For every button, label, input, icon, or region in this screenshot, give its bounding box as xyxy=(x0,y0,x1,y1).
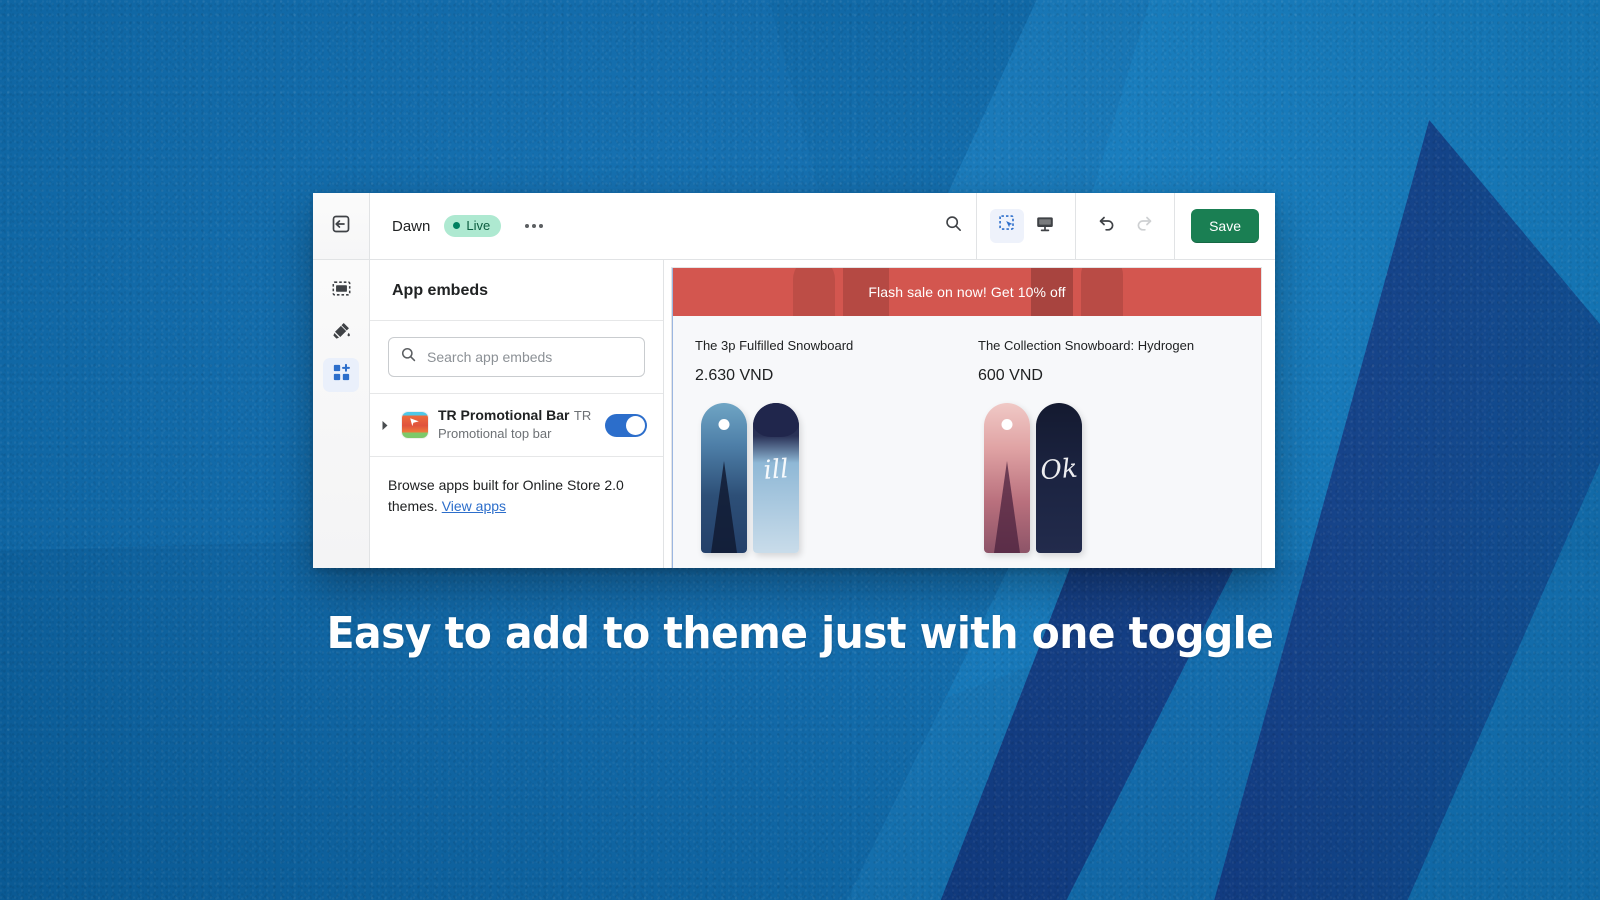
status-badge-label: Live xyxy=(466,218,491,233)
more-options-button[interactable] xyxy=(519,216,549,236)
app-embed-toggle[interactable] xyxy=(605,413,647,437)
redo-icon xyxy=(1134,213,1155,239)
ellipsis-dot xyxy=(525,224,530,228)
undo-icon xyxy=(1096,213,1117,239)
snowboard-moon xyxy=(1001,419,1013,430)
preview-frame: Flash sale on now! Get 10% off The 3p Fu… xyxy=(672,268,1261,568)
search-input[interactable] xyxy=(427,349,633,365)
exit-theme-icon xyxy=(330,213,352,240)
sidebar-item-sections[interactable] xyxy=(323,274,359,308)
storefront-preview[interactable]: Flash sale on now! Get 10% off The 3p Fu… xyxy=(664,260,1275,568)
select-inspector-icon xyxy=(998,214,1017,238)
app-embeds-icon xyxy=(331,362,352,388)
page-title: App embeds xyxy=(370,260,663,321)
topbar-left-group: Dawn Live xyxy=(370,193,923,259)
promo-ghost-shape xyxy=(1081,268,1123,316)
theme-editor-window: Dawn Live Save App embeds Search app emb… xyxy=(313,193,1275,568)
snowboard-drip xyxy=(753,403,799,437)
snowboard-tree xyxy=(994,461,1020,553)
redo-button[interactable] xyxy=(1127,209,1161,243)
snowboard-script: Ok xyxy=(1039,453,1079,487)
product-image: Ok xyxy=(978,403,1261,553)
ellipsis-dot xyxy=(532,224,537,228)
marketing-caption: Easy to add to theme just with one toggl… xyxy=(326,608,1274,659)
view-mode-group xyxy=(976,193,1075,259)
snowboard-image: ill xyxy=(753,403,799,553)
product-price: 600 VND xyxy=(978,367,1043,384)
editor-left-rail xyxy=(313,260,370,568)
product-card[interactable]: The 3p Fulfilled Snowboard 2.630 VND ill xyxy=(695,338,978,553)
browse-apps-note: Browse apps built for Online Store 2.0 t… xyxy=(370,457,663,516)
search-icon xyxy=(400,346,417,368)
product-price: 2.630 VND xyxy=(695,367,774,384)
snowboard-moon xyxy=(718,419,730,430)
search-group xyxy=(923,193,976,259)
editor-body: App embeds Search app embeds TR Promotio… xyxy=(313,260,1275,568)
snowboard-image xyxy=(984,403,1030,553)
snowboard-image xyxy=(701,403,747,553)
search-box[interactable] xyxy=(388,337,645,377)
sidebar-item-app-embeds[interactable] xyxy=(323,358,359,392)
save-group: Save xyxy=(1174,193,1275,259)
product-title: The Collection Snowboard: Hydrogen xyxy=(978,338,1195,353)
topbar-right-group: Save xyxy=(923,193,1275,259)
save-button[interactable]: Save xyxy=(1191,209,1259,243)
product-grid: The 3p Fulfilled Snowboard 2.630 VND ill xyxy=(673,316,1261,553)
chevron-right-icon[interactable] xyxy=(378,420,392,431)
list-item[interactable]: TR Promotional Bar TR Promotional top ba… xyxy=(370,394,663,457)
search-section xyxy=(370,321,663,394)
snowboard-image: Ok xyxy=(1036,403,1082,553)
promotional-bar-text: Flash sale on now! Get 10% off xyxy=(868,284,1066,300)
search-icon xyxy=(944,214,963,238)
theme-settings-paintbrush-icon xyxy=(331,320,352,346)
product-title: The 3p Fulfilled Snowboard xyxy=(695,338,854,353)
search-button[interactable] xyxy=(936,209,970,243)
list-item-title: TR Promotional Bar xyxy=(438,407,570,423)
history-group xyxy=(1075,193,1174,259)
inspector-mode-button[interactable] xyxy=(990,209,1025,243)
promotional-bar[interactable]: Flash sale on now! Get 10% off xyxy=(673,268,1261,316)
view-apps-link[interactable]: View apps xyxy=(442,498,506,514)
desktop-preview-button[interactable] xyxy=(1028,209,1062,243)
snowboard-tree xyxy=(711,461,737,553)
product-card[interactable]: The Collection Snowboard: Hydrogen 600 V… xyxy=(978,338,1261,553)
app-embeds-panel: App embeds Search app embeds TR Promotio… xyxy=(370,260,664,568)
sidebar-item-theme-settings[interactable] xyxy=(323,316,359,350)
embed-text-block: TR Promotional Bar TR Promotional top ba… xyxy=(438,407,595,443)
ellipsis-dot xyxy=(539,224,544,228)
exit-editor-button[interactable] xyxy=(313,193,370,259)
sections-icon xyxy=(331,278,352,304)
desktop-preview-icon xyxy=(1035,214,1055,239)
undo-button[interactable] xyxy=(1089,209,1123,243)
editor-topbar: Dawn Live Save xyxy=(313,193,1275,260)
status-badge: Live xyxy=(444,215,502,237)
promo-ghost-shape xyxy=(793,268,835,316)
snowboard-script: ill xyxy=(762,454,790,486)
tr-promotional-bar-app-icon xyxy=(402,412,428,438)
live-status-dot xyxy=(453,222,461,229)
product-image: ill xyxy=(695,403,978,553)
theme-name-label: Dawn xyxy=(392,217,431,235)
